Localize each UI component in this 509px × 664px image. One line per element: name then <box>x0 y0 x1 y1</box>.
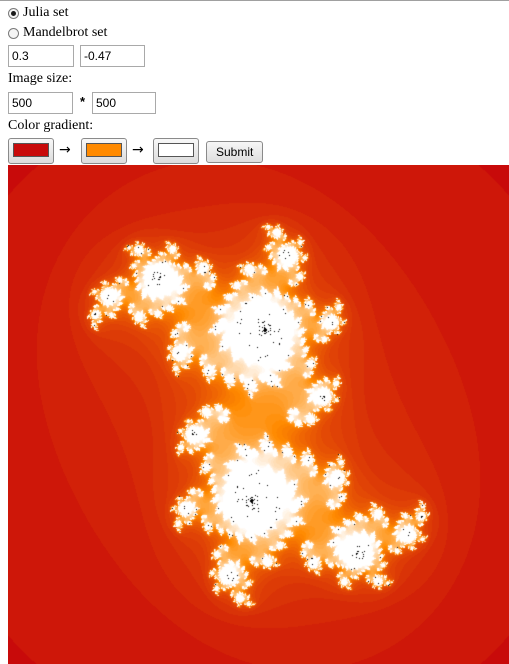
color-start-picker[interactable] <box>8 138 54 164</box>
image-size-label: Image size: <box>8 71 73 86</box>
image-width-input[interactable] <box>8 92 73 114</box>
top-border <box>0 0 509 1</box>
julia-option[interactable]: Julia set <box>8 5 69 21</box>
constant-real-input[interactable] <box>8 45 74 67</box>
color-end-swatch <box>158 143 194 157</box>
arrow-icon: → <box>59 142 71 158</box>
fractal-image <box>8 165 509 664</box>
constant-imag-input[interactable] <box>80 45 145 67</box>
julia-label: Julia set <box>23 5 69 20</box>
color-mid-picker[interactable] <box>81 138 127 164</box>
mandelbrot-option[interactable]: Mandelbrot set <box>8 25 107 41</box>
gradient-label-row: Color gradient: <box>8 118 93 134</box>
color-mid-swatch <box>86 143 122 157</box>
size-separator: * <box>80 94 86 109</box>
color-end-picker[interactable] <box>153 138 199 164</box>
arrow-icon: → <box>132 142 144 158</box>
image-size-label-row: Image size: <box>8 71 72 87</box>
submit-button[interactable]: Submit <box>206 141 264 163</box>
mandelbrot-radio[interactable] <box>8 27 19 39</box>
gradient-label: Color gradient: <box>8 118 94 133</box>
color-start-swatch <box>13 143 49 157</box>
image-height-input[interactable] <box>92 92 156 114</box>
julia-radio[interactable] <box>8 7 19 19</box>
mandelbrot-label: Mandelbrot set <box>23 25 108 40</box>
